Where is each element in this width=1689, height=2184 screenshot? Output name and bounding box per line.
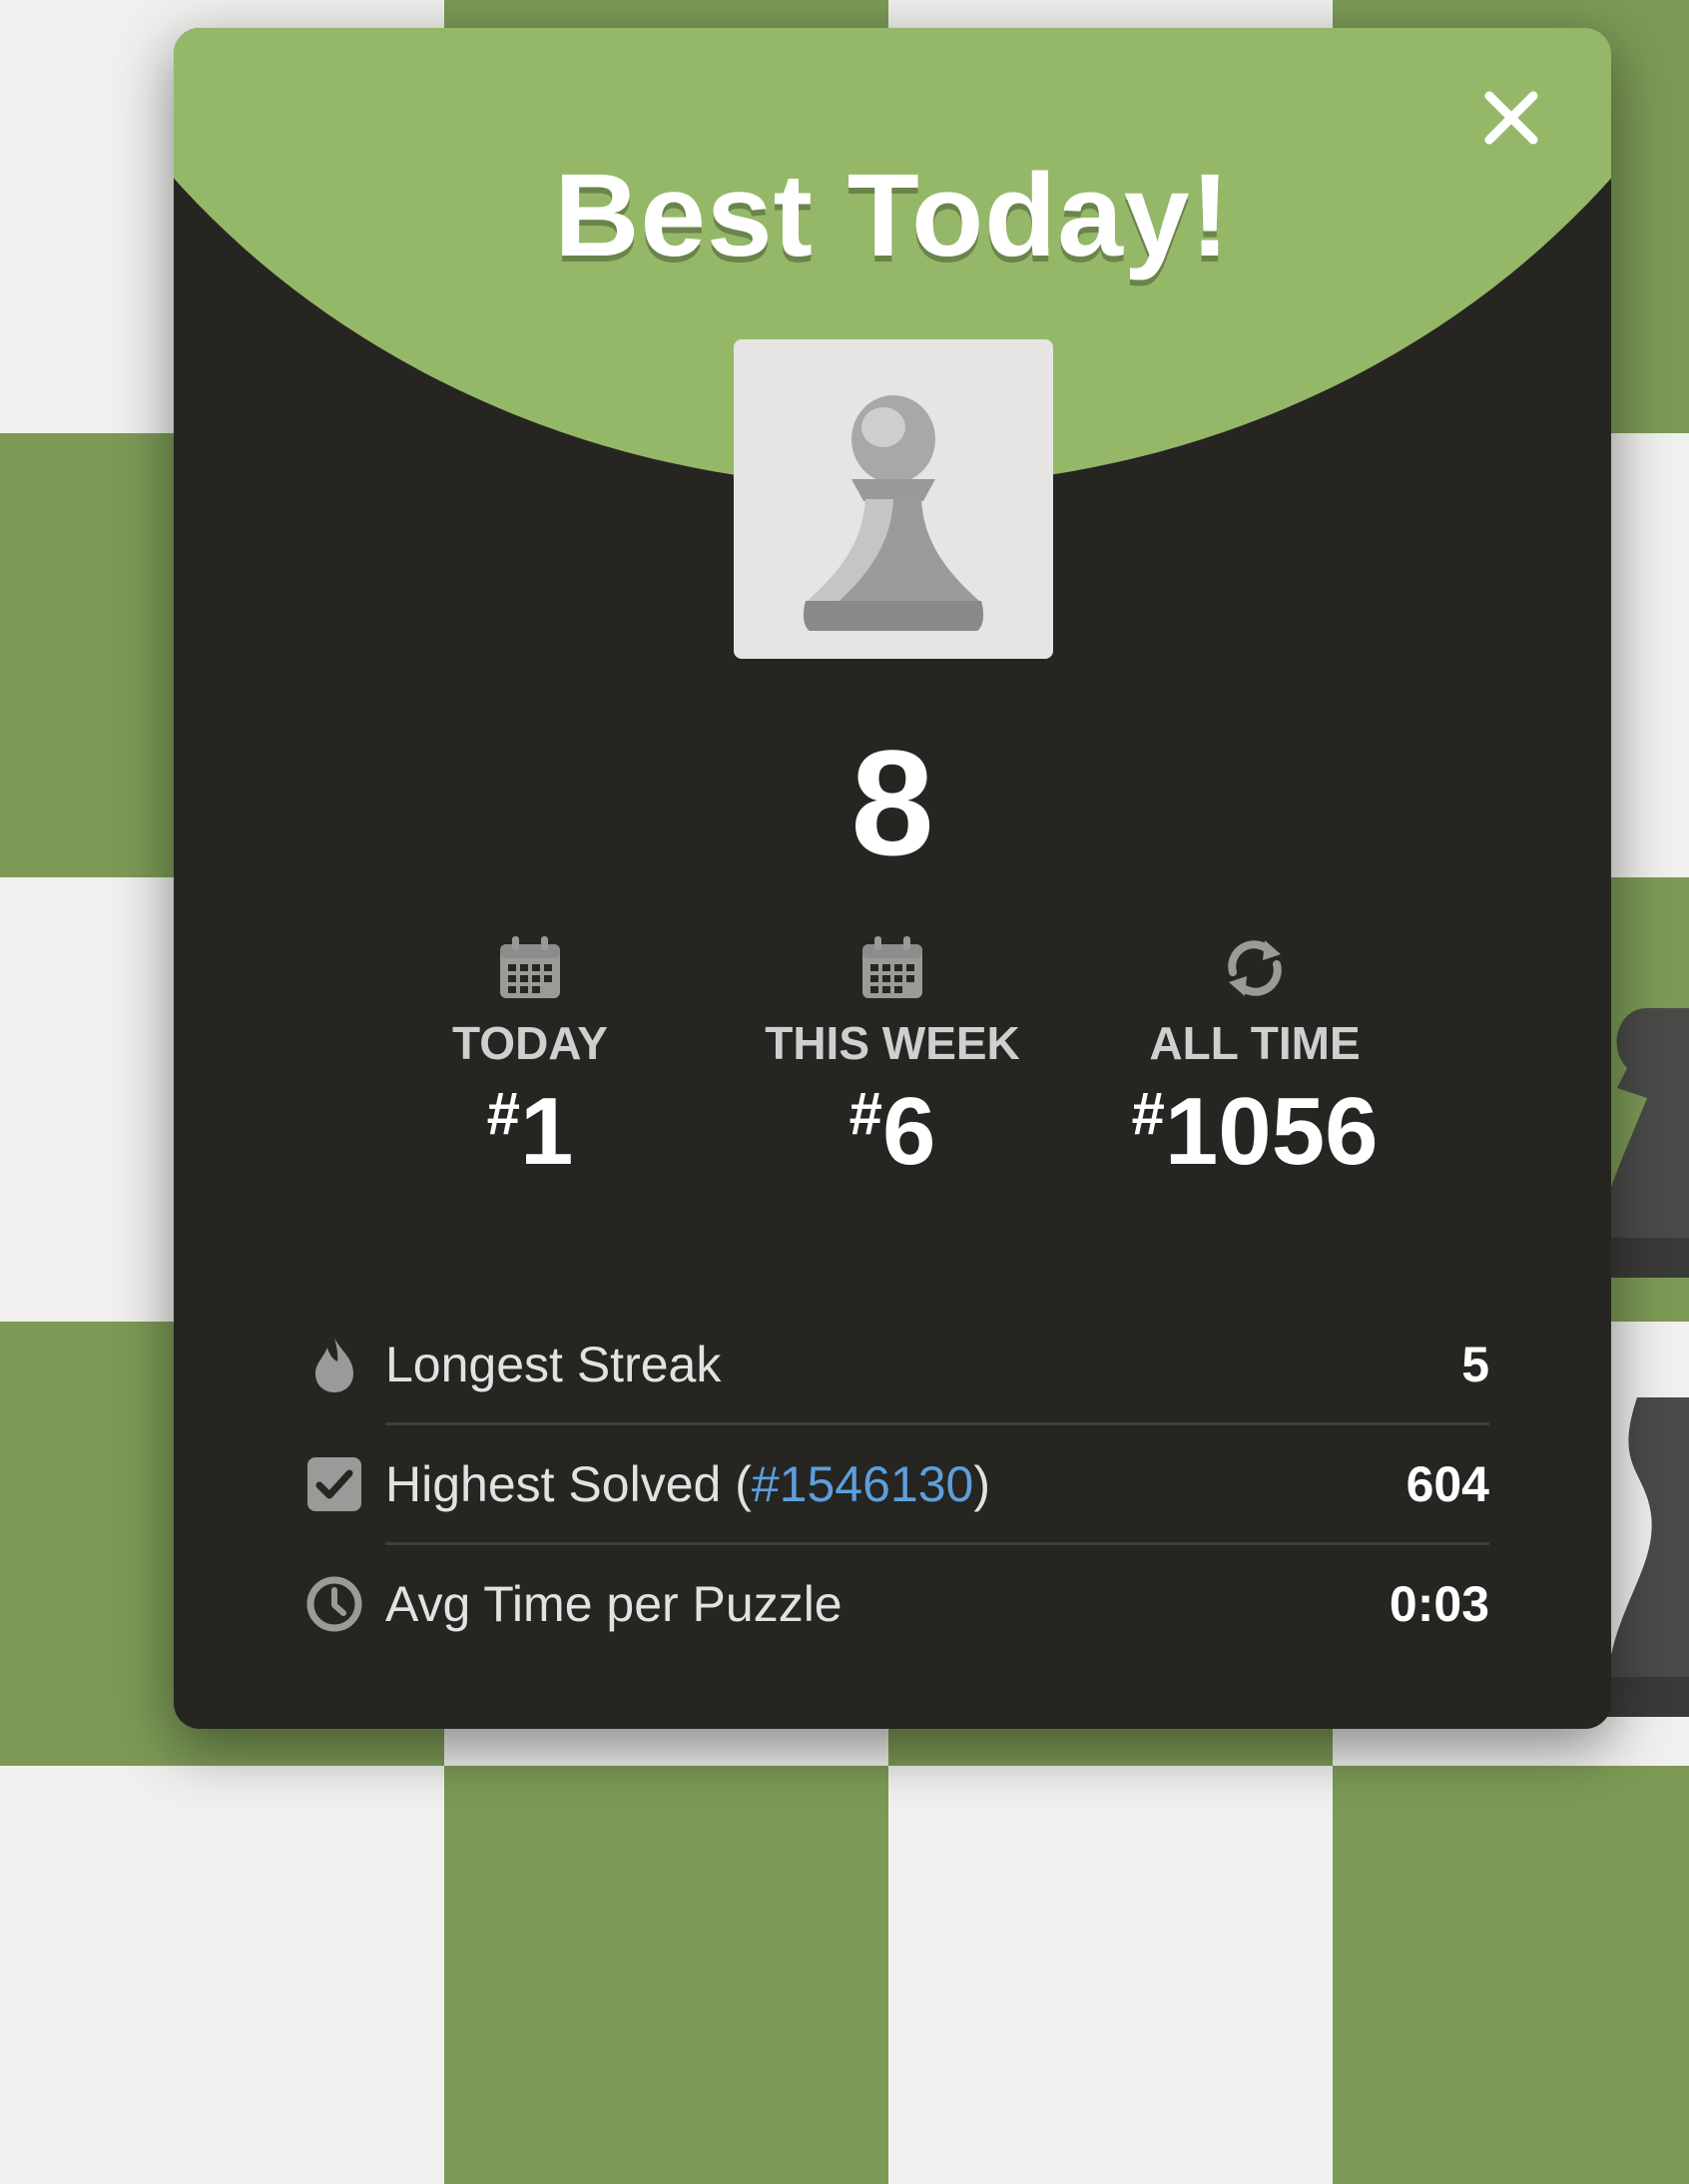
board-square — [444, 1766, 888, 2184]
puzzle-score: 8 — [850, 719, 934, 886]
rank-label: ALL TIME — [1149, 1017, 1361, 1069]
clock-icon — [306, 1576, 362, 1632]
rank-value: #1 — [486, 1078, 574, 1185]
modal-title: Best Today! — [554, 150, 1231, 281]
rank-all-time: ALL TIME #1056 — [1090, 932, 1419, 1180]
board-square — [888, 1766, 1333, 2184]
stat-label: Longest Streak — [385, 1337, 722, 1392]
flame-icon — [315, 1338, 353, 1392]
board-square — [0, 1766, 444, 2184]
stat-row-longest-streak: Longest Streak 5 — [305, 1306, 1489, 1425]
stat-label: Highest Solved (#1546130) — [385, 1456, 990, 1512]
stat-value: 0:03 — [1389, 1576, 1489, 1632]
board-square — [1333, 1766, 1689, 2184]
rank-label: THIS WEEK — [765, 1017, 1020, 1069]
pawn-icon — [803, 395, 984, 631]
stats-list: Longest Streak 5 Highest Solved (#154613… — [305, 1306, 1489, 1665]
stat-value: 604 — [1406, 1456, 1489, 1512]
stat-value: 5 — [1461, 1337, 1489, 1392]
rank-this-week: THIS WEEK #6 — [728, 932, 1057, 1180]
checkbox-icon — [307, 1457, 361, 1511]
calendar-icon — [500, 936, 560, 998]
stat-row-highest-solved: Highest Solved (#1546130) 604 — [305, 1425, 1489, 1545]
rank-today: TODAY #1 — [365, 932, 695, 1180]
rank-label: TODAY — [452, 1017, 608, 1069]
stat-label: Avg Time per Puzzle — [385, 1576, 843, 1632]
refresh-icon — [1228, 940, 1282, 996]
player-avatar — [734, 339, 1053, 659]
puzzle-rush-results-modal: Best Today! 8 TODAY #1 THIS WEEK #6 ALL … — [174, 28, 1611, 1729]
stat-row-avg-time: Avg Time per Puzzle 0:03 — [305, 1545, 1489, 1665]
calendar-icon — [862, 936, 922, 998]
rank-value: #6 — [848, 1078, 936, 1185]
rank-value: #1056 — [1131, 1078, 1379, 1185]
close-icon[interactable] — [1479, 86, 1543, 150]
puzzle-link[interactable]: #1546130 — [752, 1456, 973, 1512]
